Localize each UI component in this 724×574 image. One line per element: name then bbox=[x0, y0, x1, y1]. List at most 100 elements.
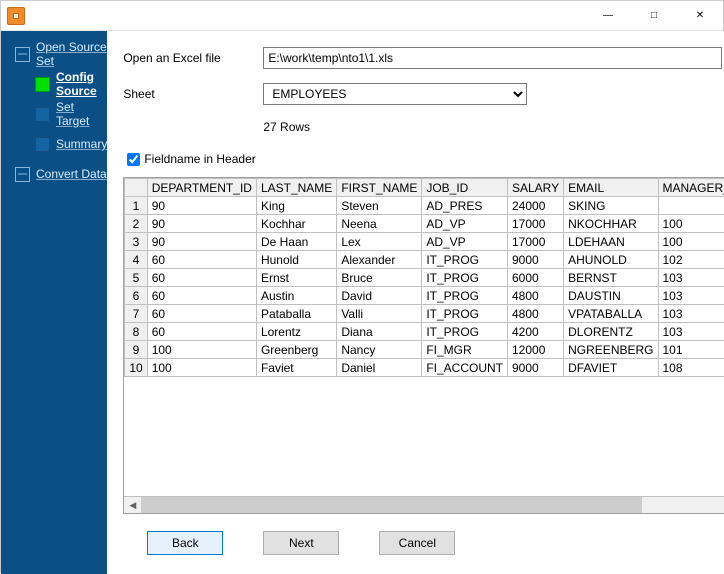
cell-manager-id[interactable]: 103 bbox=[658, 287, 724, 305]
row-number[interactable]: 5 bbox=[125, 269, 147, 287]
cell-email[interactable]: SKING bbox=[564, 197, 658, 215]
cell-salary[interactable]: 17000 bbox=[508, 215, 564, 233]
cell-salary[interactable]: 24000 bbox=[508, 197, 564, 215]
row-number[interactable]: 8 bbox=[125, 323, 147, 341]
cell-last-name[interactable]: Hunold bbox=[256, 251, 336, 269]
table-row[interactable]: 390De HaanLexAD_VP17000LDEHAAN100 bbox=[125, 233, 724, 251]
cell-first-name[interactable]: Neena bbox=[337, 215, 422, 233]
cell-first-name[interactable]: Bruce bbox=[337, 269, 422, 287]
cell-email[interactable]: DLORENTZ bbox=[564, 323, 658, 341]
cell-first-name[interactable]: Diana bbox=[337, 323, 422, 341]
cell-salary[interactable]: 9000 bbox=[508, 359, 564, 377]
cell-first-name[interactable]: Lex bbox=[337, 233, 422, 251]
cell-last-name[interactable]: King bbox=[256, 197, 336, 215]
cell-job-id[interactable]: IT_PROG bbox=[422, 287, 508, 305]
cell-last-name[interactable]: Greenberg bbox=[256, 341, 336, 359]
cell-department-id[interactable]: 100 bbox=[147, 341, 256, 359]
scroll-left-icon[interactable]: ◀ bbox=[124, 497, 141, 514]
sidebar-open-source-set[interactable]: Open Source Set bbox=[1, 39, 107, 69]
cell-last-name[interactable]: Ernst bbox=[256, 269, 336, 287]
cell-job-id[interactable]: AD_VP bbox=[422, 233, 508, 251]
cell-department-id[interactable]: 90 bbox=[147, 197, 256, 215]
cell-manager-id[interactable]: 103 bbox=[658, 305, 724, 323]
cell-manager-id[interactable]: 102 bbox=[658, 251, 724, 269]
cell-last-name[interactable]: Kochhar bbox=[256, 215, 336, 233]
cell-job-id[interactable]: IT_PROG bbox=[422, 251, 508, 269]
cell-department-id[interactable]: 60 bbox=[147, 323, 256, 341]
cell-salary[interactable]: 12000 bbox=[508, 341, 564, 359]
maximize-button[interactable]: □ bbox=[631, 1, 677, 31]
cell-department-id[interactable]: 60 bbox=[147, 269, 256, 287]
cell-email[interactable]: BERNST bbox=[564, 269, 658, 287]
cell-last-name[interactable]: Faviet bbox=[256, 359, 336, 377]
cell-job-id[interactable]: FI_MGR bbox=[422, 341, 508, 359]
table-row[interactable]: 660AustinDavidIT_PROG4800DAUSTIN103 bbox=[125, 287, 724, 305]
cell-manager-id[interactable]: 101 bbox=[658, 341, 724, 359]
cell-first-name[interactable]: Steven bbox=[337, 197, 422, 215]
col-header[interactable]: DEPARTMENT_ID bbox=[147, 179, 256, 197]
cell-job-id[interactable]: IT_PROG bbox=[422, 323, 508, 341]
next-button[interactable]: Next bbox=[263, 531, 339, 555]
row-number[interactable]: 1 bbox=[125, 197, 147, 215]
row-number[interactable]: 3 bbox=[125, 233, 147, 251]
cell-job-id[interactable]: FI_ACCOUNT bbox=[422, 359, 508, 377]
cell-department-id[interactable]: 100 bbox=[147, 359, 256, 377]
col-header[interactable]: LAST_NAME bbox=[256, 179, 336, 197]
cell-job-id[interactable]: AD_PRES bbox=[422, 197, 508, 215]
cell-last-name[interactable]: Lorentz bbox=[256, 323, 336, 341]
table-row[interactable]: 760PataballaValliIT_PROG4800VPATABALLA10… bbox=[125, 305, 724, 323]
fieldname-header-checkbox[interactable] bbox=[127, 153, 140, 166]
row-number[interactable]: 7 bbox=[125, 305, 147, 323]
minimize-button[interactable]: — bbox=[585, 1, 631, 31]
cell-manager-id[interactable]: 103 bbox=[658, 269, 724, 287]
cell-email[interactable]: NGREENBERG bbox=[564, 341, 658, 359]
filepath-input[interactable] bbox=[263, 47, 722, 69]
cell-last-name[interactable]: Austin bbox=[256, 287, 336, 305]
row-number[interactable]: 10 bbox=[125, 359, 147, 377]
col-header[interactable]: JOB_ID bbox=[422, 179, 508, 197]
table-row[interactable]: 10100FavietDanielFI_ACCOUNT9000DFAVIET10… bbox=[125, 359, 724, 377]
cell-manager-id[interactable]: 100 bbox=[658, 215, 724, 233]
cell-first-name[interactable]: Alexander bbox=[337, 251, 422, 269]
cell-manager-id[interactable]: 108 bbox=[658, 359, 724, 377]
sidebar-convert-data[interactable]: Convert Data bbox=[1, 159, 107, 189]
back-button[interactable]: Back bbox=[147, 531, 223, 555]
cell-email[interactable]: VPATABALLA bbox=[564, 305, 658, 323]
table-row[interactable]: 460HunoldAlexanderIT_PROG9000AHUNOLD102 bbox=[125, 251, 724, 269]
cell-department-id[interactable]: 60 bbox=[147, 251, 256, 269]
cell-first-name[interactable]: David bbox=[337, 287, 422, 305]
table-row[interactable]: 560ErnstBruceIT_PROG6000BERNST103 bbox=[125, 269, 724, 287]
table-row[interactable]: 860LorentzDianaIT_PROG4200DLORENTZ103 bbox=[125, 323, 724, 341]
table-row[interactable]: 190KingStevenAD_PRES24000SKING bbox=[125, 197, 724, 215]
cell-salary[interactable]: 6000 bbox=[508, 269, 564, 287]
cell-manager-id[interactable]: 103 bbox=[658, 323, 724, 341]
col-header[interactable]: EMAIL bbox=[564, 179, 658, 197]
sidebar-config-source[interactable]: Config Source bbox=[1, 69, 107, 99]
cell-email[interactable]: DAUSTIN bbox=[564, 287, 658, 305]
cell-manager-id[interactable]: 100 bbox=[658, 233, 724, 251]
cell-email[interactable]: DFAVIET bbox=[564, 359, 658, 377]
horizontal-scrollbar[interactable]: ◀ ▶ bbox=[124, 496, 724, 513]
sheet-select[interactable]: EMPLOYEES bbox=[263, 83, 527, 105]
sidebar-set-target[interactable]: Set Target bbox=[1, 99, 107, 129]
cell-last-name[interactable]: Pataballa bbox=[256, 305, 336, 323]
cell-department-id[interactable]: 60 bbox=[147, 287, 256, 305]
close-button[interactable]: ✕ bbox=[677, 1, 723, 31]
cell-job-id[interactable]: AD_VP bbox=[422, 215, 508, 233]
cell-job-id[interactable]: IT_PROG bbox=[422, 269, 508, 287]
row-number[interactable]: 2 bbox=[125, 215, 147, 233]
cell-salary[interactable]: 4800 bbox=[508, 287, 564, 305]
col-header[interactable]: MANAGER_ID bbox=[658, 179, 724, 197]
row-number[interactable]: 4 bbox=[125, 251, 147, 269]
col-header[interactable]: SALARY bbox=[508, 179, 564, 197]
cell-email[interactable]: NKOCHHAR bbox=[564, 215, 658, 233]
row-number[interactable]: 6 bbox=[125, 287, 147, 305]
cancel-button[interactable]: Cancel bbox=[379, 531, 455, 555]
cell-department-id[interactable]: 60 bbox=[147, 305, 256, 323]
cell-first-name[interactable]: Valli bbox=[337, 305, 422, 323]
cell-department-id[interactable]: 90 bbox=[147, 233, 256, 251]
cell-email[interactable]: LDEHAAN bbox=[564, 233, 658, 251]
cell-salary[interactable]: 4800 bbox=[508, 305, 564, 323]
cell-salary[interactable]: 4200 bbox=[508, 323, 564, 341]
row-number[interactable]: 9 bbox=[125, 341, 147, 359]
